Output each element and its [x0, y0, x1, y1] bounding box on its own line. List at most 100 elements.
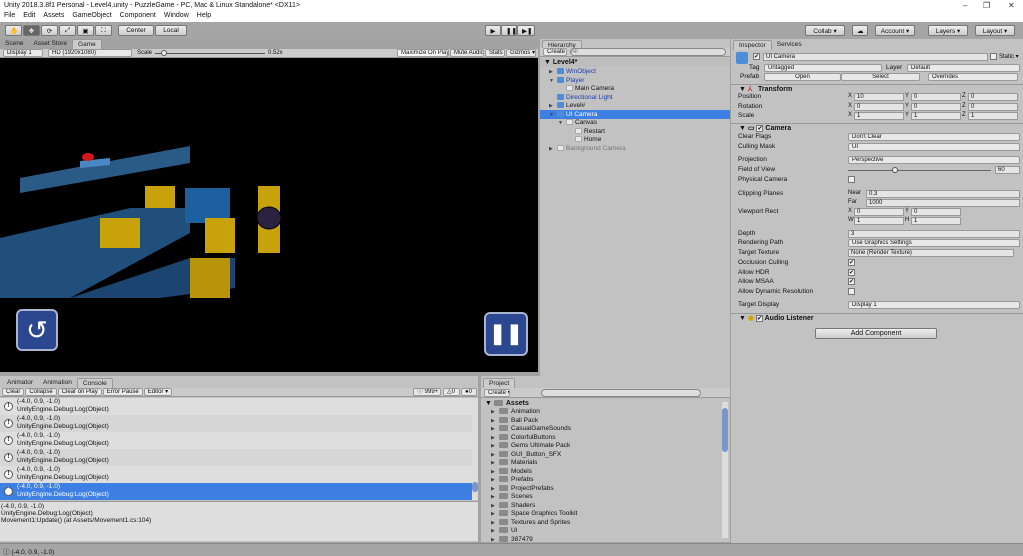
tab-scene[interactable]: Scene	[0, 39, 28, 49]
maximize-on-play-toggle[interactable]: Maximize On Play	[397, 49, 449, 57]
tab-animation[interactable]: Animation	[38, 378, 77, 388]
project-scrollbar[interactable]	[722, 402, 728, 538]
camera-header[interactable]: ▼ ▭ ✔ Camera	[731, 123, 1023, 133]
viewport-y-input[interactable]: 0	[911, 208, 961, 216]
tool-button-2[interactable]: ⟳	[41, 25, 58, 36]
scale-slider-handle[interactable]	[160, 50, 167, 56]
menu-help[interactable]: Help	[197, 12, 211, 21]
projection-select[interactable]: Perspective	[848, 156, 1020, 164]
expand-arrow-icon[interactable]: ▶	[491, 468, 499, 477]
active-checkbox[interactable]: ✔	[753, 53, 760, 60]
clear-flags-select[interactable]: Don't Clear	[848, 133, 1020, 141]
play-button[interactable]: ▶	[485, 25, 501, 36]
expand-arrow-icon[interactable]: ▶	[491, 425, 499, 434]
rendering-path-select[interactable]: Use Graphics Settings	[848, 239, 1020, 247]
expand-arrow-icon[interactable]: ▶	[491, 417, 499, 426]
occlusion-culling-checkbox[interactable]: ✔	[848, 259, 855, 266]
project-folder[interactable]: ▶ Materials	[491, 459, 537, 468]
tab-project[interactable]: Project	[483, 378, 516, 388]
project-folder[interactable]: ▶ ColorfulButtons	[491, 434, 555, 443]
project-folder[interactable]: ▶ UI	[491, 527, 518, 536]
resolution-select[interactable]: HD (1920x1080)	[48, 49, 132, 57]
console-entry[interactable]: ! (-4.0, 0.9, -1.0) UnityEngine.Debug:Log(…	[0, 398, 472, 415]
tab-game[interactable]: Game	[72, 39, 102, 49]
log-count-toggle[interactable]: ⓘ 999+	[413, 388, 441, 396]
hierarchy-item[interactable]: ▶ Background Camera	[540, 144, 730, 153]
console-entry[interactable]: ! (-4.0, 0.9, -1.0) UnityEngine.Debug:Log(…	[0, 483, 472, 500]
transform-position-z-input[interactable]: 0	[968, 93, 1018, 101]
layout-button[interactable]: Layout ▾	[975, 25, 1015, 36]
project-folder[interactable]: ▶ GUI_Button_SFX	[491, 451, 561, 460]
transform-scale-y-input[interactable]: 1	[911, 112, 961, 120]
physical-camera-checkbox[interactable]	[848, 176, 855, 183]
project-create-button[interactable]: Create ▾	[484, 389, 510, 397]
add-component-button[interactable]: Add Component	[815, 328, 937, 339]
tab-asset-store[interactable]: Asset Store	[28, 39, 72, 49]
tab-services[interactable]: Services	[772, 40, 807, 50]
transform-scale-z-input[interactable]: 1	[968, 112, 1018, 120]
prefab-select-button[interactable]: Select	[841, 73, 920, 81]
project-folder[interactable]: ▶ Shaders	[491, 502, 535, 511]
expand-arrow-icon[interactable]: ▶	[491, 519, 499, 528]
display-select[interactable]: Display 1	[3, 49, 43, 57]
object-name-input[interactable]: UI Camera	[763, 53, 988, 61]
project-folder[interactable]: ▶ Scenes	[491, 493, 533, 502]
project-folder[interactable]: ▶ ProjectPrefabs	[491, 485, 554, 494]
menu-gameobject[interactable]: GameObject	[72, 12, 111, 21]
console-entry[interactable]: ! (-4.0, 0.9, -1.0) UnityEngine.Debug:Log(…	[0, 415, 472, 432]
tool-button-4[interactable]: ▣	[77, 25, 94, 36]
menu-component[interactable]: Component	[120, 12, 156, 21]
pivot-center-button[interactable]: Center	[118, 25, 154, 36]
pause-game-button[interactable]: ❚❚	[484, 312, 528, 356]
static-label[interactable]: Static ▾	[999, 53, 1019, 60]
account-button[interactable]: Account ▾	[875, 25, 915, 36]
culling-mask-select[interactable]: UI	[848, 143, 1020, 151]
assets-root[interactable]: ▼ Assets	[485, 400, 529, 407]
expand-arrow-icon[interactable]: ▶	[491, 493, 499, 502]
console-error-pause-button[interactable]: Error Pause	[102, 388, 143, 396]
hierarchy-search-input[interactable]	[570, 48, 726, 56]
prefab-open-button[interactable]: Open	[764, 73, 841, 81]
tag-select[interactable]: Untagged	[764, 64, 882, 72]
project-folder[interactable]: ▶ CasualGameSounds	[491, 425, 571, 434]
tool-button-3[interactable]: ⤢	[59, 25, 76, 36]
tab-inspector[interactable]: Inspector	[733, 40, 772, 50]
project-folder[interactable]: ▶ Ball Pack	[491, 417, 538, 426]
tab-animator[interactable]: Animator	[2, 378, 38, 388]
transform-position-x-input[interactable]: 10	[854, 93, 904, 101]
transform-scale-x-input[interactable]: 1	[854, 112, 904, 120]
game-view[interactable]: ↺ ❚❚	[0, 58, 538, 372]
minimize-button[interactable]: –	[963, 1, 967, 10]
gizmos-button[interactable]: Gizmos ▾	[506, 49, 536, 57]
scene-header[interactable]: ▼ Level4*	[540, 58, 730, 67]
expand-arrow-icon[interactable]: ▶	[491, 502, 499, 511]
project-folder[interactable]: ▶ Prefabs	[491, 476, 533, 485]
transform-position-y-input[interactable]: 0	[911, 93, 961, 101]
expand-arrow-icon[interactable]: ▶	[491, 459, 499, 468]
camera-enabled-checkbox[interactable]: ✔	[756, 125, 764, 132]
audio-listener-header[interactable]: ▼ ◉ ✔ Audio Listener	[731, 313, 1023, 323]
menu-window[interactable]: Window	[164, 12, 189, 21]
project-folder[interactable]: ▶ Animation	[491, 408, 540, 417]
console-clear-button[interactable]: Clear	[2, 388, 25, 396]
pause-button[interactable]: ❚❚	[501, 25, 517, 36]
expand-arrow-icon[interactable]: ▶	[491, 527, 499, 536]
console-entry[interactable]: ! (-4.0, 0.9, -1.0) UnityEngine.Debug:Log(…	[0, 449, 472, 466]
console-scrollbar[interactable]	[472, 398, 478, 500]
expand-arrow-icon[interactable]: ▶	[491, 485, 499, 494]
pivot-local-button[interactable]: Local	[155, 25, 187, 36]
audio-listener-checkbox[interactable]: ✔	[755, 315, 763, 322]
console-scroll-thumb[interactable]	[472, 482, 478, 492]
console-collapse-button[interactable]: Collapse	[25, 388, 57, 396]
allow-dynamic-resolution-checkbox[interactable]	[848, 288, 855, 295]
transform-rotation-y-input[interactable]: 0	[911, 102, 961, 111]
hierarchy-create-button[interactable]: Create ▾	[543, 48, 567, 56]
status-bar[interactable]: ⓘ (-4.0, 0.9, -1.0)	[0, 543, 1023, 556]
target-texture-field[interactable]: None (Render Texture)	[848, 249, 1014, 257]
menu-edit[interactable]: Edit	[23, 12, 35, 21]
expand-arrow-icon[interactable]: ▶	[491, 408, 499, 417]
static-checkbox[interactable]	[990, 53, 997, 60]
expand-arrow-icon[interactable]: ▶	[491, 476, 499, 485]
far-input[interactable]: 1000	[866, 199, 1020, 207]
viewport-x-input[interactable]: 0	[854, 208, 904, 216]
